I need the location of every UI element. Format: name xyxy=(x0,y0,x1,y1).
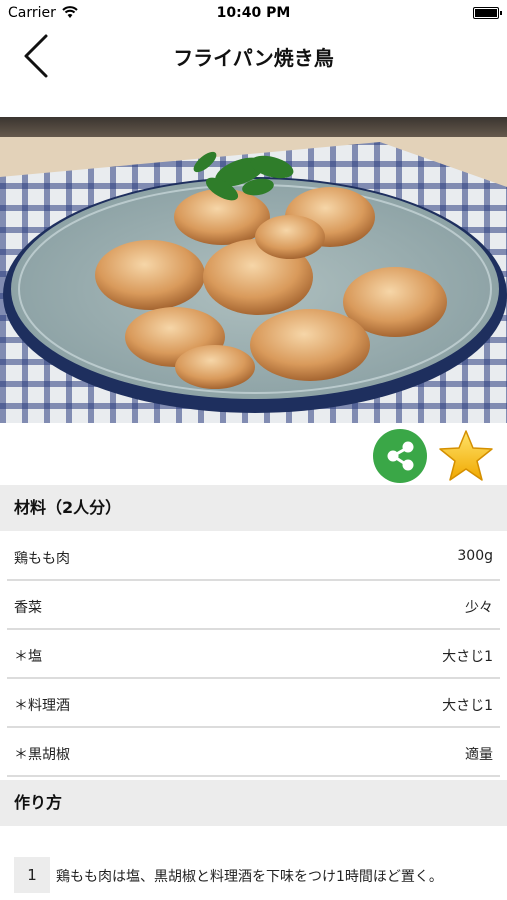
step-text: 鶏もも肉は塩、黒胡椒と料理酒を下味をつけ1時間ほど置く。 xyxy=(56,869,443,885)
ingredient-amount: 少々 xyxy=(465,600,493,616)
ingredients-header: 材料（2人分） xyxy=(0,485,507,531)
ingredient-name: 香菜 xyxy=(14,600,42,616)
ingredient-amount: 大さじ1 xyxy=(442,649,493,665)
ingredient-row: ＊黒胡椒 適量 xyxy=(7,729,500,777)
ingredient-name: ＊塩 xyxy=(14,649,42,665)
status-bar: Carrier 10:40 PM xyxy=(0,0,507,28)
ingredient-name: ＊料理酒 xyxy=(14,698,70,714)
ingredient-name: ＊黒胡椒 xyxy=(14,747,70,763)
action-row xyxy=(0,423,507,485)
share-button[interactable] xyxy=(373,429,427,483)
ingredient-amount: 300g xyxy=(457,548,493,564)
step-number: 1 xyxy=(14,857,50,893)
recipe-photo xyxy=(0,117,507,423)
ingredient-amount: 適量 xyxy=(465,747,493,763)
favorite-button[interactable] xyxy=(437,428,495,484)
ingredient-amount: 大さじ1 xyxy=(442,698,493,714)
battery-icon xyxy=(473,7,502,19)
ingredient-row: 鶏もも肉 300g xyxy=(7,533,500,581)
status-time: 10:40 PM xyxy=(216,5,291,21)
steps-header: 作り方 xyxy=(0,780,507,826)
star-icon xyxy=(439,430,493,481)
ingredient-row: ＊塩 大さじ1 xyxy=(7,631,500,679)
ingredient-name: 鶏もも肉 xyxy=(14,551,70,567)
step-row: 1 鶏もも肉は塩、黒胡椒と料理酒を下味をつけ1時間ほど置く。 xyxy=(0,855,507,895)
ingredient-row: ＊料理酒 大さじ1 xyxy=(7,680,500,728)
ingredient-row: 香菜 少々 xyxy=(7,582,500,630)
share-icon xyxy=(387,441,414,471)
page-title: フライパン焼き鳥 xyxy=(173,46,334,70)
navigation-bar: フライパン焼き鳥 xyxy=(0,28,507,84)
